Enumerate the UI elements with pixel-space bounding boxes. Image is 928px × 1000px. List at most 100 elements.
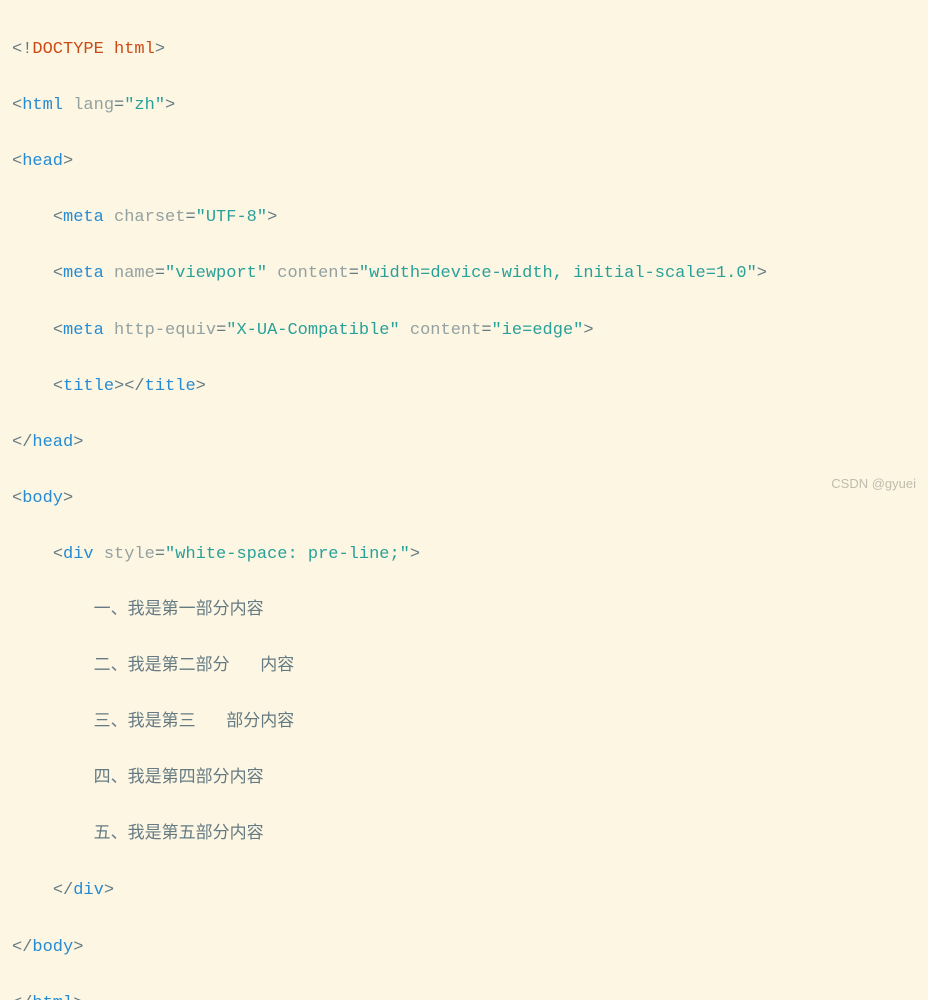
attr-value: "width=device-width, initial-scale=1.0" <box>359 264 757 283</box>
bracket: > <box>63 152 73 171</box>
bracket: > <box>583 321 593 340</box>
bracket: > <box>73 994 83 1000</box>
space <box>104 321 114 340</box>
equals: = <box>481 321 491 340</box>
tag-name: title <box>145 377 196 396</box>
code-line-meta2: <meta name="viewport" content="width=dev… <box>12 260 916 288</box>
space <box>104 208 114 227</box>
equals: = <box>185 208 195 227</box>
bracket: > <box>267 208 277 227</box>
code-line-content1: 一、我是第一部分内容 <box>12 597 916 625</box>
indent <box>12 264 53 283</box>
attr-name: style <box>104 545 155 564</box>
bracket: > <box>196 377 206 396</box>
bracket: < <box>12 489 22 508</box>
text-content: 五、我是第五部分内容 <box>94 825 264 844</box>
attr-value: "X-UA-Compatible" <box>226 321 399 340</box>
space <box>267 264 277 283</box>
tag-name: meta <box>63 264 104 283</box>
space <box>94 545 104 564</box>
indent <box>12 657 94 676</box>
code-line-head-open: <head> <box>12 148 916 176</box>
text-content: 一、我是第一部分内容 <box>94 601 264 620</box>
code-line-content3: 三、我是第三 部分内容 <box>12 709 916 737</box>
code-line-content2: 二、我是第二部分 内容 <box>12 653 916 681</box>
attr-name: http-equiv <box>114 321 216 340</box>
text-content: 三、我是第三 部分内容 <box>94 713 295 732</box>
bracket: </ <box>53 881 73 900</box>
equals: = <box>155 264 165 283</box>
doctype-keyword: DOCTYPE <box>32 40 103 59</box>
text-content: 二、我是第二部分 内容 <box>94 657 295 676</box>
equals: = <box>349 264 359 283</box>
indent <box>12 769 94 788</box>
bracket: < <box>12 152 22 171</box>
indent <box>12 713 94 732</box>
attr-name: content <box>277 264 348 283</box>
bracket: </ <box>12 994 32 1000</box>
bracket: < <box>53 321 63 340</box>
bracket: < <box>53 264 63 283</box>
bracket: > <box>114 377 124 396</box>
attr-value: "UTF-8" <box>196 208 267 227</box>
tag-name: title <box>63 377 114 396</box>
bracket: </ <box>12 938 32 957</box>
space <box>400 321 410 340</box>
bracket: > <box>63 489 73 508</box>
code-line-body-open: <body> <box>12 485 916 513</box>
attr-name: charset <box>114 208 185 227</box>
code-line-div-open: <div style="white-space: pre-line;"> <box>12 541 916 569</box>
bracket: < <box>53 208 63 227</box>
text-content: 四、我是第四部分内容 <box>94 769 264 788</box>
attr-value: "ie=edge" <box>492 321 584 340</box>
code-line-meta1: <meta charset="UTF-8"> <box>12 204 916 232</box>
attr-name: content <box>410 321 481 340</box>
bracket: > <box>73 938 83 957</box>
space <box>63 96 73 115</box>
indent <box>12 881 53 900</box>
tag-name: head <box>32 433 73 452</box>
tag-name: html <box>32 994 73 1000</box>
attr-value: "zh" <box>124 96 165 115</box>
indent <box>12 825 94 844</box>
bracket: </ <box>12 433 32 452</box>
indent <box>12 377 53 396</box>
code-line-meta3: <meta http-equiv="X-UA-Compatible" conte… <box>12 317 916 345</box>
attr-value: "viewport" <box>165 264 267 283</box>
equals: = <box>114 96 124 115</box>
attr-name: lang <box>73 96 114 115</box>
attr-name: name <box>114 264 155 283</box>
indent <box>12 321 53 340</box>
code-line-head-close: </head> <box>12 429 916 457</box>
bracket: > <box>104 881 114 900</box>
tag-name: body <box>32 938 73 957</box>
code-line-title: <title></title> <box>12 373 916 401</box>
equals: = <box>216 321 226 340</box>
tag-name: body <box>22 489 63 508</box>
indent <box>12 545 53 564</box>
equals: = <box>155 545 165 564</box>
indent <box>12 208 53 227</box>
indent <box>12 601 94 620</box>
code-line-div-close: </div> <box>12 877 916 905</box>
code-line-html-close: </html> <box>12 990 916 1000</box>
attr-value: "white-space: pre-line;" <box>165 545 410 564</box>
doctype-open: <! <box>12 40 32 59</box>
bracket: < <box>12 96 22 115</box>
code-line-body-close: </body> <box>12 934 916 962</box>
tag-name: div <box>63 545 94 564</box>
space <box>104 40 114 59</box>
bracket: < <box>53 377 63 396</box>
tag-name: html <box>22 96 63 115</box>
doctype-close: > <box>155 40 165 59</box>
bracket: > <box>165 96 175 115</box>
bracket: > <box>757 264 767 283</box>
code-line-doctype: <!DOCTYPE html> <box>12 36 916 64</box>
tag-name: meta <box>63 208 104 227</box>
code-block: <!DOCTYPE html> <html lang="zh"> <head> … <box>12 8 916 1000</box>
watermark: CSDN @gyuei <box>831 473 916 494</box>
space <box>104 264 114 283</box>
bracket: </ <box>124 377 144 396</box>
bracket: < <box>53 545 63 564</box>
doctype-value: html <box>114 40 155 59</box>
